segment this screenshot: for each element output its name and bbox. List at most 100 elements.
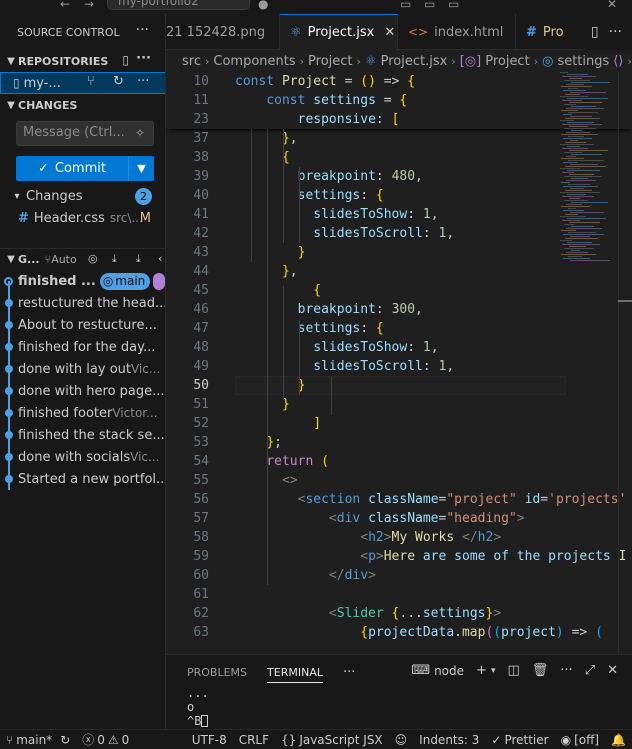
pull-icon[interactable]: ⤓ [136, 252, 141, 266]
breadcrumb-item[interactable]: Project.jsx [381, 54, 448, 69]
breadcrumb-item[interactable]: Project [485, 54, 529, 69]
branch-filter-icon[interactable]: ⑂ [45, 253, 52, 266]
code-line[interactable]: 56 <section className="project" id='proj… [166, 490, 632, 509]
tab-screenshot-png[interactable]: 21 152428.png [166, 14, 280, 50]
close-window-icon[interactable]: ✕ [607, 0, 617, 11]
graph-auto[interactable]: Auto [51, 253, 77, 266]
push-icon[interactable]: ‹ [158, 252, 162, 265]
forward-arrow-icon[interactable]: → [84, 0, 94, 11]
code-line[interactable]: 63 {projectData.map((project) => ( [166, 623, 632, 642]
minimap-line [571, 250, 580, 251]
code-line[interactable]: 53 }; [166, 433, 632, 452]
problems-status[interactable]: ⓧ 0 ⚠ 0 [76, 731, 135, 748]
breadcrumb-item[interactable]: src [182, 54, 201, 69]
split-terminal-icon[interactable]: ◫ [507, 663, 519, 678]
sparkle-icon[interactable]: ✧ [135, 126, 145, 140]
line-number: 54 [193, 454, 209, 469]
commit-item[interactable]: finished ... ◎ main [0, 270, 165, 292]
sync-icon[interactable]: ↻ [60, 733, 70, 747]
commit-item[interactable]: finished the stack se... [0, 424, 165, 446]
line-number: 42 [193, 226, 209, 241]
copilot-status-icon[interactable]: ☺ [389, 733, 414, 747]
commit-item[interactable]: done with hero page... [0, 380, 165, 402]
commit-item[interactable]: done with socials Vic... [0, 446, 165, 468]
more-icon[interactable]: ··· [136, 51, 151, 66]
changes-section-header[interactable]: ▼ CHANGES [0, 94, 165, 116]
minimap[interactable] [560, 72, 618, 272]
new-terminal-icon[interactable]: + [476, 663, 487, 678]
target-icon[interactable]: ◎ [88, 252, 98, 265]
notifications-bell-icon[interactable]: 🔔 [605, 733, 632, 747]
more-actions-icon[interactable]: ··· [136, 22, 149, 38]
branch-status[interactable]: ⑂ main* ↻ [0, 733, 76, 747]
commit-item[interactable]: Started a new portfol... [0, 468, 165, 490]
changes-group[interactable]: ▾ Changes 2 [0, 185, 165, 207]
layout-panel-icon[interactable]: ▭ [424, 0, 435, 11]
tab-pro-css[interactable]: # Pro [516, 14, 574, 50]
fetch-icon[interactable]: ⤓ [112, 252, 117, 266]
commit-item[interactable]: finished for the day... [0, 336, 165, 358]
code-line[interactable]: 51 } [166, 395, 632, 414]
panel-more-actions-icon[interactable]: ··· [560, 663, 572, 678]
split-editor-icon[interactable]: ▯ [591, 24, 599, 40]
repo-view-icon[interactable]: ▯ [122, 53, 129, 67]
code-line[interactable]: 49 slidesToScroll: 1, [166, 357, 632, 376]
code-line[interactable]: 50 } [166, 376, 632, 395]
commit-dropdown-button[interactable]: ▼ [128, 156, 154, 181]
terminal-prompt-line[interactable]: ^B [166, 714, 632, 728]
code-line[interactable]: 61 [166, 585, 632, 604]
layout-icon[interactable]: ▭ [400, 0, 411, 11]
language-status[interactable]: {} JavaScript JSX [275, 733, 389, 747]
sync-icon[interactable]: ↻ [113, 74, 124, 89]
code-line[interactable]: 59 <p>Here are some of the projects I [166, 547, 632, 566]
command-center-search[interactable]: my-portfolio2 [107, 0, 250, 10]
maximize-panel-icon[interactable]: ⤢ [585, 663, 595, 678]
code-line[interactable]: 46 breakpoint: 300, [166, 300, 632, 319]
encoding-status[interactable]: UTF-8 [186, 733, 233, 747]
panel-more-icon[interactable]: ··· [343, 665, 355, 680]
commit-button[interactable]: ✓ Commit [16, 156, 128, 181]
eol-status[interactable]: CRLF [233, 733, 275, 747]
commit-item[interactable]: finished footer Victor... [0, 402, 165, 424]
code-line[interactable]: 58 <h2>My Works </h2> [166, 528, 632, 547]
tab-problems[interactable]: PROBLEMS [187, 666, 247, 679]
graph-section-header[interactable]: ▼ G... ⑂ Auto ◎ ⤓ ⤓ ‹ [0, 248, 165, 270]
code-line[interactable]: 45 { [166, 281, 632, 300]
prettier-status[interactable]: ✓ Prettier [485, 733, 554, 747]
code-line[interactable]: 60 </div> [166, 566, 632, 585]
code-line[interactable]: 62 <Slider {...settings}> [166, 604, 632, 623]
close-tab-icon[interactable]: ✕ [384, 25, 395, 40]
editor-scrollbar[interactable] [618, 72, 632, 654]
code-line[interactable]: 52 ] [166, 414, 632, 433]
repository-item[interactable]: ▯ my-... ⑂ ↻ ··· [0, 72, 165, 94]
breadcrumb-item[interactable]: Components [213, 54, 295, 69]
changed-file-item[interactable]: # Header.css src\... M [0, 207, 165, 229]
repo-more-icon[interactable]: ··· [137, 74, 149, 89]
commit-item[interactable]: About to restucture... [0, 314, 165, 336]
chevron-down-icon[interactable]: ▾ [491, 666, 496, 676]
live-server-status[interactable]: ◉ [off] [555, 733, 605, 747]
terminal-name[interactable]: node [434, 664, 464, 678]
code-line[interactable]: 57 <div className="heading"> [166, 509, 632, 528]
close-panel-icon[interactable]: ✕ [607, 663, 618, 678]
code-line[interactable]: 55 <> [166, 471, 632, 490]
commit-item[interactable]: done with lay out Vic... [0, 358, 165, 380]
code-line[interactable]: 48 slidesToShow: 1, [166, 338, 632, 357]
tab-terminal[interactable]: TERMINAL [267, 666, 323, 683]
more-actions-icon[interactable]: ··· [609, 24, 622, 40]
tab-project-jsx[interactable]: ⚛ Project.jsx ✕ [280, 14, 398, 50]
breadcrumb-item[interactable]: Project [308, 54, 352, 69]
copilot-icon[interactable]: ● [258, 0, 268, 11]
breadcrumb-item[interactable]: settings [557, 54, 609, 69]
branch-icon[interactable]: ⑂ [87, 74, 95, 89]
indent-status[interactable]: Indents: 3 [413, 733, 485, 747]
back-arrow-icon[interactable]: ← [60, 0, 70, 11]
code-line[interactable]: 47 settings: { [166, 319, 632, 338]
trash-icon[interactable]: 🗑 [532, 663, 549, 678]
commit-message-input[interactable]: Message (Ctrl... ✧ [16, 121, 154, 146]
repositories-section-header[interactable]: ▼ REPOSITORIES ▯ ··· [0, 50, 165, 72]
layout-sidebar-icon[interactable]: ▭ [448, 0, 459, 11]
code-line[interactable]: 54 return ( [166, 452, 632, 471]
commit-item[interactable]: restuctured the head... [0, 292, 165, 314]
tab-index-html[interactable]: <> index.html [398, 14, 516, 50]
